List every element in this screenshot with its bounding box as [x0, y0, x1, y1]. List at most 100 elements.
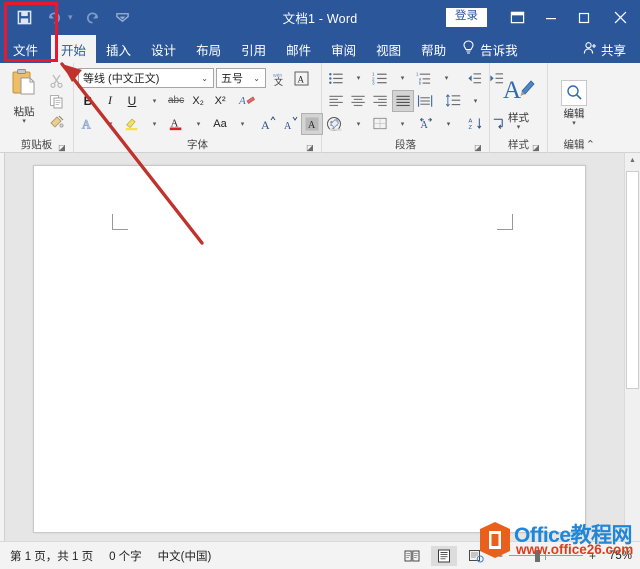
zoom-in-button[interactable]: + [588, 549, 597, 563]
shrink-font-icon[interactable]: A [280, 114, 300, 134]
font-size-combo[interactable]: 五号 ⌄ [216, 68, 266, 88]
shading-dropdown-icon[interactable]: ▾ [348, 114, 368, 134]
highlight-color-icon[interactable] [122, 114, 142, 134]
tell-me-label: 告诉我 [480, 43, 518, 58]
tab-view[interactable]: 视图 [366, 35, 411, 63]
zoom-slider-thumb[interactable] [535, 549, 540, 562]
clear-formatting-icon[interactable]: A [236, 91, 258, 111]
decrease-indent-icon[interactable] [464, 68, 484, 88]
styles-dialog-launcher-icon[interactable]: ◪ [531, 142, 541, 152]
bold-button[interactable]: B [78, 91, 98, 111]
copy-icon[interactable] [48, 92, 66, 110]
text-effects-dropdown-icon[interactable]: ▾ [100, 114, 120, 134]
font-dialog-launcher-icon[interactable]: ◪ [305, 142, 315, 152]
cut-icon[interactable] [48, 71, 66, 89]
grow-font-icon[interactable]: A [258, 114, 278, 134]
change-case-dropdown-icon[interactable]: ▾ [232, 114, 252, 134]
sort-icon[interactable]: A Z [466, 114, 486, 134]
undo-dropdown-icon[interactable]: ▾ [68, 12, 73, 23]
redo-icon[interactable] [83, 8, 103, 28]
align-left-icon[interactable] [326, 91, 346, 111]
editing-dropdown-icon[interactable]: ▾ [572, 120, 576, 127]
tab-mailings[interactable]: 邮件 [276, 35, 321, 63]
borders-dropdown-icon[interactable]: ▾ [392, 114, 412, 134]
change-case-button[interactable]: Aa [210, 114, 230, 134]
text-effects-icon[interactable]: A [78, 114, 98, 134]
shading-icon[interactable] [326, 114, 346, 134]
tab-layout[interactable]: 布局 [186, 35, 231, 63]
zoom-slider[interactable] [509, 549, 583, 562]
paragraph-dialog-launcher-icon[interactable]: ◪ [473, 142, 483, 152]
multilevel-list-icon[interactable]: 1 a b [414, 68, 434, 88]
character-shading-icon[interactable]: A [301, 112, 323, 135]
ribbon-display-options-icon[interactable] [501, 0, 534, 35]
editing-button[interactable]: 编辑 ▾ [552, 66, 596, 138]
web-layout-view-button[interactable] [463, 546, 489, 566]
share-button[interactable]: 共享 [577, 35, 632, 63]
word-count[interactable]: 0 个字 [109, 548, 142, 564]
line-spacing-dropdown-icon[interactable]: ▾ [465, 91, 485, 111]
clipboard-dialog-launcher-icon[interactable]: ◪ [57, 142, 67, 152]
font-color-icon[interactable]: A [166, 114, 186, 134]
underline-button[interactable]: U [122, 91, 142, 111]
justify-icon[interactable] [391, 89, 414, 112]
collapse-ribbon-icon[interactable]: ⌃ [586, 138, 595, 151]
text-direction-icon[interactable]: A [416, 114, 436, 134]
format-painter-icon[interactable] [48, 113, 66, 131]
chevron-down-icon[interactable]: ⌄ [198, 74, 211, 83]
paste-button[interactable]: 粘贴 ▾ [4, 66, 44, 138]
tab-help[interactable]: 帮助 [411, 35, 456, 63]
bullets-icon[interactable] [326, 68, 346, 88]
customize-qat-icon[interactable] [113, 8, 133, 28]
group-paragraph: ▾ 1 2 3 ▾ 1 a b ▾ ▾ ▾ ▾ A ▾ A Z 段落 ◪ [322, 63, 504, 153]
scroll-up-arrow-icon[interactable]: ▲ [625, 153, 640, 168]
minimize-button[interactable] [534, 0, 567, 35]
tab-file[interactable]: 文件 [0, 35, 51, 63]
numbering-icon[interactable]: 1 2 3 [370, 68, 390, 88]
borders-icon[interactable] [370, 114, 390, 134]
highlight-dropdown-icon[interactable]: ▾ [144, 114, 164, 134]
zoom-out-button[interactable]: − [495, 549, 504, 563]
distribute-icon[interactable] [415, 91, 435, 111]
font-name-combo[interactable]: 等线 (中文正文) ⌄ [78, 68, 214, 88]
read-mode-view-button[interactable] [399, 546, 425, 566]
zoom-level-label[interactable]: 75% [602, 550, 632, 562]
language-indicator[interactable]: 中文(中国) [158, 548, 212, 564]
tab-design[interactable]: 设计 [141, 35, 186, 63]
close-button[interactable] [600, 0, 640, 35]
styles-button[interactable]: A 样式 ▾ [494, 66, 543, 138]
undo-icon[interactable] [44, 8, 64, 28]
character-border-icon[interactable]: A [291, 68, 312, 88]
underline-dropdown-icon[interactable]: ▾ [144, 91, 164, 111]
subscript-button[interactable]: X₂ [188, 91, 208, 111]
phonetic-guide-icon[interactable]: wén 文 [268, 68, 289, 88]
numbering-dropdown-icon[interactable]: ▾ [392, 68, 412, 88]
save-icon[interactable] [14, 8, 34, 28]
italic-button[interactable]: I [100, 91, 120, 111]
maximize-button[interactable] [567, 0, 600, 35]
tell-me-box[interactable]: 告诉我 [456, 35, 526, 63]
align-right-icon[interactable] [370, 91, 390, 111]
print-layout-view-button[interactable] [431, 545, 457, 566]
page-info[interactable]: 第 1 页，共 1 页 [10, 548, 93, 564]
line-spacing-icon[interactable] [443, 91, 463, 111]
paste-dropdown-icon[interactable]: ▾ [22, 118, 26, 125]
align-center-icon[interactable] [348, 91, 368, 111]
font-color-dropdown-icon[interactable]: ▾ [188, 114, 208, 134]
tab-review[interactable]: 审阅 [321, 35, 366, 63]
tab-references[interactable]: 引用 [231, 35, 276, 63]
bullets-dropdown-icon[interactable]: ▾ [348, 68, 368, 88]
strikethrough-button[interactable]: abc [166, 91, 186, 111]
vertical-scrollbar-thumb[interactable] [626, 171, 639, 389]
document-page[interactable] [33, 165, 586, 533]
tab-home[interactable]: 开始 [51, 35, 97, 63]
chevron-down-icon[interactable]: ⌄ [250, 74, 263, 83]
text-direction-dropdown-icon[interactable]: ▾ [438, 114, 458, 134]
superscript-button[interactable]: X² [210, 91, 230, 111]
multilevel-dropdown-icon[interactable]: ▾ [436, 68, 456, 88]
tab-insert[interactable]: 插入 [96, 35, 141, 63]
group-editing: 编辑 ▾ 编辑 ⌃ [548, 63, 600, 153]
sign-in-button[interactable]: 登录 [446, 8, 487, 27]
vertical-scrollbar[interactable]: ▲ [624, 153, 640, 541]
styles-dropdown-icon[interactable]: ▾ [517, 124, 521, 131]
